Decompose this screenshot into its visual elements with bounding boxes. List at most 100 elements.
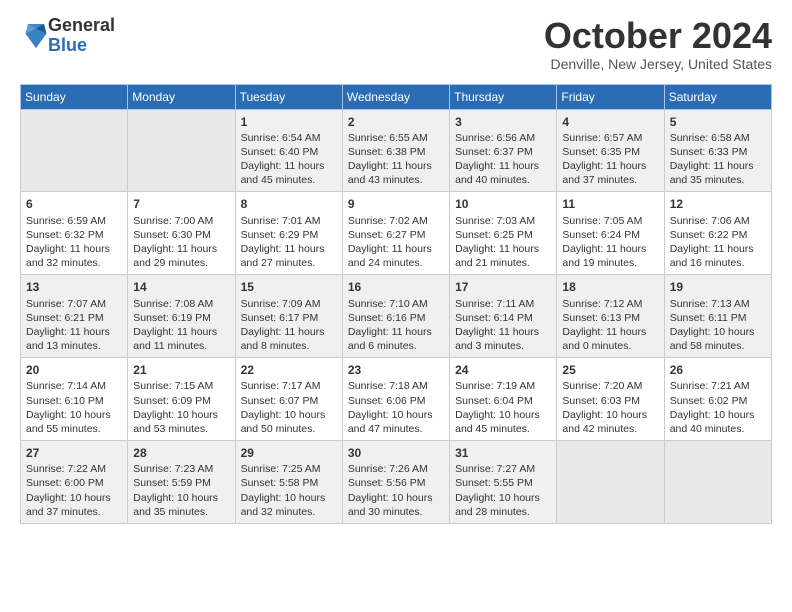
day-number: 11 (562, 196, 658, 212)
day-number: 2 (348, 114, 444, 130)
calendar-cell: 7Sunrise: 7:00 AMSunset: 6:30 PMDaylight… (128, 192, 235, 275)
calendar-cell: 2Sunrise: 6:55 AMSunset: 6:38 PMDaylight… (342, 109, 449, 192)
daylight-text: Daylight: 11 hours and 3 minutes. (455, 326, 539, 352)
calendar-cell (557, 441, 664, 524)
daylight-text: Daylight: 10 hours and 58 minutes. (670, 326, 755, 352)
calendar-day-header: Thursday (450, 84, 557, 109)
day-number: 8 (241, 196, 337, 212)
header: General Blue October 2024 Denville, New … (20, 16, 772, 72)
calendar-table: SundayMondayTuesdayWednesdayThursdayFrid… (20, 84, 772, 524)
calendar-cell: 31 Sunrise: 7:27 AM Sunset: 5:55 PM Dayligh… (450, 441, 557, 524)
sunset-text: Sunset: 5:55 PM (455, 477, 533, 489)
sunset-text: Sunset: 6:19 PM (133, 312, 211, 324)
daylight-text: Daylight: 11 hours and 35 minutes. (670, 160, 754, 186)
daylight-text: Daylight: 11 hours and 32 minutes. (26, 243, 110, 269)
sunset-text: Sunset: 6:10 PM (26, 395, 104, 407)
calendar-cell: 1Sunrise: 6:54 AMSunset: 6:40 PMDaylight… (235, 109, 342, 192)
sunset-text: Sunset: 6:16 PM (348, 312, 426, 324)
sunset-text: Sunset: 6:09 PM (133, 395, 211, 407)
calendar-cell: 20 Sunrise: 7:14 AM Sunset: 6:10 PM Dayligh… (21, 358, 128, 441)
sunrise-text: Sunrise: 7:08 AM (133, 298, 213, 310)
sunset-text: Sunset: 6:33 PM (670, 146, 748, 158)
daylight-text: Daylight: 10 hours and 50 minutes. (241, 409, 326, 435)
calendar-day-header: Saturday (664, 84, 771, 109)
day-number: 9 (348, 196, 444, 212)
sunrise-text: Sunrise: 7:26 AM (348, 463, 428, 475)
sunrise-text: Sunrise: 7:02 AM (348, 215, 428, 227)
daylight-text: Daylight: 11 hours and 8 minutes. (241, 326, 325, 352)
day-number: 25 (562, 362, 658, 378)
sunset-text: Sunset: 5:58 PM (241, 477, 319, 489)
calendar-subtitle: Denville, New Jersey, United States (544, 56, 772, 72)
day-number: 17 (455, 279, 551, 295)
sunrise-text: Sunrise: 7:07 AM (26, 298, 106, 310)
day-number: 31 (455, 445, 551, 461)
sunrise-text: Sunrise: 7:13 AM (670, 298, 750, 310)
daylight-text: Daylight: 11 hours and 0 minutes. (562, 326, 646, 352)
day-number: 7 (133, 196, 229, 212)
calendar-cell: 18Sunrise: 7:12 AMSunset: 6:13 PMDayligh… (557, 275, 664, 358)
sunset-text: Sunset: 6:14 PM (455, 312, 533, 324)
sunset-text: Sunset: 6:13 PM (562, 312, 640, 324)
calendar-cell: 25Sunrise: 7:20 AMSunset: 6:03 PMDayligh… (557, 358, 664, 441)
day-number: 28 (133, 445, 229, 461)
daylight-text: Daylight: 10 hours and 55 minutes. (26, 409, 111, 435)
calendar-cell: 15Sunrise: 7:09 AMSunset: 6:17 PMDayligh… (235, 275, 342, 358)
sunset-text: Sunset: 6:11 PM (670, 312, 747, 324)
sunset-text: Sunset: 5:56 PM (348, 477, 426, 489)
sunrise-text: Sunrise: 7:20 AM (562, 380, 642, 392)
day-number: 22 (241, 362, 337, 378)
day-number: 20 (26, 362, 122, 378)
calendar-week-row: 6Sunrise: 6:59 AMSunset: 6:32 PMDaylight… (21, 192, 772, 275)
calendar-cell: 6Sunrise: 6:59 AMSunset: 6:32 PMDaylight… (21, 192, 128, 275)
sunrise-text: Sunrise: 7:27 AM (455, 463, 535, 475)
sunset-text: Sunset: 6:30 PM (133, 229, 211, 241)
daylight-text: Daylight: 11 hours and 21 minutes. (455, 243, 539, 269)
day-number: 4 (562, 114, 658, 130)
daylight-text: Daylight: 11 hours and 6 minutes. (348, 326, 432, 352)
day-number: 29 (241, 445, 337, 461)
calendar-cell: 8Sunrise: 7:01 AMSunset: 6:29 PMDaylight… (235, 192, 342, 275)
calendar-cell: 27Sunrise: 7:22 AMSunset: 6:00 PMDayligh… (21, 441, 128, 524)
calendar-cell: 17 Sunrise: 7:11 AM Sunset: 6:14 PM Dayligh… (450, 275, 557, 358)
sunset-text: Sunset: 6:29 PM (241, 229, 319, 241)
calendar-day-header: Sunday (21, 84, 128, 109)
calendar-cell: 12Sunrise: 7:06 AMSunset: 6:22 PMDayligh… (664, 192, 771, 275)
day-number: 27 (26, 445, 122, 461)
logo-icon (24, 22, 48, 50)
daylight-text: Daylight: 10 hours and 35 minutes. (133, 492, 218, 518)
daylight-text: Daylight: 10 hours and 45 minutes. (455, 409, 540, 435)
sunrise-text: Sunrise: 7:22 AM (26, 463, 106, 475)
sunset-text: Sunset: 5:59 PM (133, 477, 211, 489)
sunrise-text: Sunrise: 6:54 AM (241, 132, 321, 144)
calendar-cell: 23Sunrise: 7:18 AMSunset: 6:06 PMDayligh… (342, 358, 449, 441)
daylight-text: Daylight: 11 hours and 43 minutes. (348, 160, 432, 186)
sunrise-text: Sunrise: 7:14 AM (26, 380, 106, 392)
daylight-text: Daylight: 11 hours and 16 minutes. (670, 243, 754, 269)
sunrise-text: Sunrise: 7:01 AM (241, 215, 321, 227)
sunset-text: Sunset: 6:37 PM (455, 146, 533, 158)
calendar-day-header: Friday (557, 84, 664, 109)
daylight-text: Daylight: 10 hours and 40 minutes. (670, 409, 755, 435)
sunrise-text: Sunrise: 7:00 AM (133, 215, 213, 227)
daylight-text: Daylight: 11 hours and 24 minutes. (348, 243, 432, 269)
sunset-text: Sunset: 6:02 PM (670, 395, 748, 407)
sunset-text: Sunset: 6:21 PM (26, 312, 104, 324)
sunset-text: Sunset: 6:27 PM (348, 229, 426, 241)
daylight-text: Daylight: 11 hours and 13 minutes. (26, 326, 110, 352)
calendar-week-row: 20 Sunrise: 7:14 AM Sunset: 6:10 PM Dayligh… (21, 358, 772, 441)
sunset-text: Sunset: 6:40 PM (241, 146, 319, 158)
sunrise-text: Sunrise: 7:11 AM (455, 298, 534, 310)
daylight-text: Daylight: 10 hours and 28 minutes. (455, 492, 540, 518)
day-number: 13 (26, 279, 122, 295)
calendar-cell (664, 441, 771, 524)
daylight-text: Daylight: 11 hours and 40 minutes. (455, 160, 539, 186)
day-number: 26 (670, 362, 766, 378)
calendar-cell: 9 Sunrise: 7:02 AM Sunset: 6:27 PM Daylight… (342, 192, 449, 275)
calendar-cell: 4Sunrise: 6:57 AMSunset: 6:35 PMDaylight… (557, 109, 664, 192)
calendar-title: October 2024 (544, 16, 772, 56)
day-number: 24 (455, 362, 551, 378)
logo-text: General Blue (48, 16, 115, 56)
sunrise-text: Sunrise: 7:03 AM (455, 215, 535, 227)
daylight-text: Daylight: 10 hours and 32 minutes. (241, 492, 326, 518)
